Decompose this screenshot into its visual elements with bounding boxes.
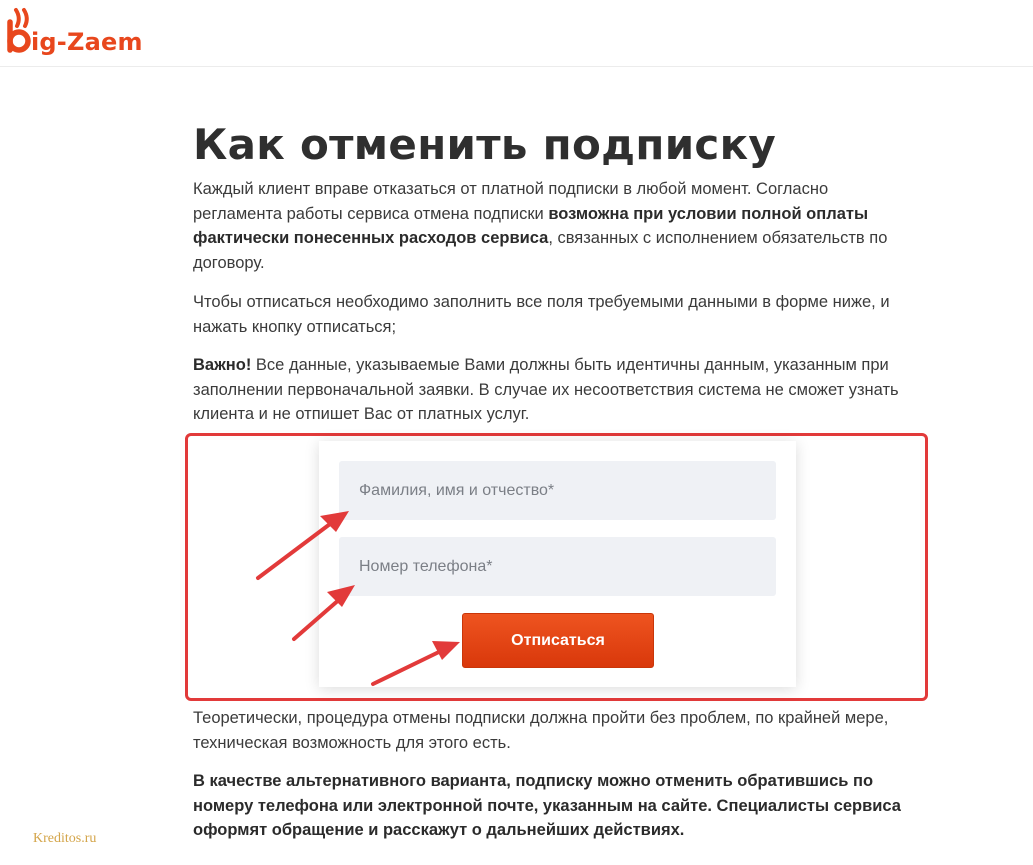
important-text: Все данные, указываемые Вами должны быть…: [193, 356, 899, 423]
logo-text: ig-Zaem: [31, 28, 143, 56]
phone-input[interactable]: [339, 537, 776, 596]
important-label: Важно!: [193, 356, 252, 374]
article-header: Как отменить подписку: [193, 110, 923, 180]
page-title: Как отменить подписку: [193, 120, 777, 169]
intro-paragraph: Каждый клиент вправе отказаться от платн…: [193, 177, 918, 275]
site-logo[interactable]: ig-Zaem: [4, 4, 174, 62]
watermark: Kreditos.ru: [33, 831, 97, 846]
site-header: ig-Zaem: [0, 0, 1033, 67]
unsubscribe-button[interactable]: Отписаться: [462, 613, 654, 668]
alternative-paragraph: В качестве альтернативного варианта, под…: [193, 772, 901, 839]
theory-paragraph: Теоретически, процедура отмены подписки …: [193, 709, 889, 752]
important-paragraph: Важно! Все данные, указываемые Вами долж…: [193, 353, 918, 427]
instruction-paragraph: Чтобы отписаться необходимо заполнить вс…: [193, 293, 890, 336]
full-name-input[interactable]: [339, 461, 776, 520]
